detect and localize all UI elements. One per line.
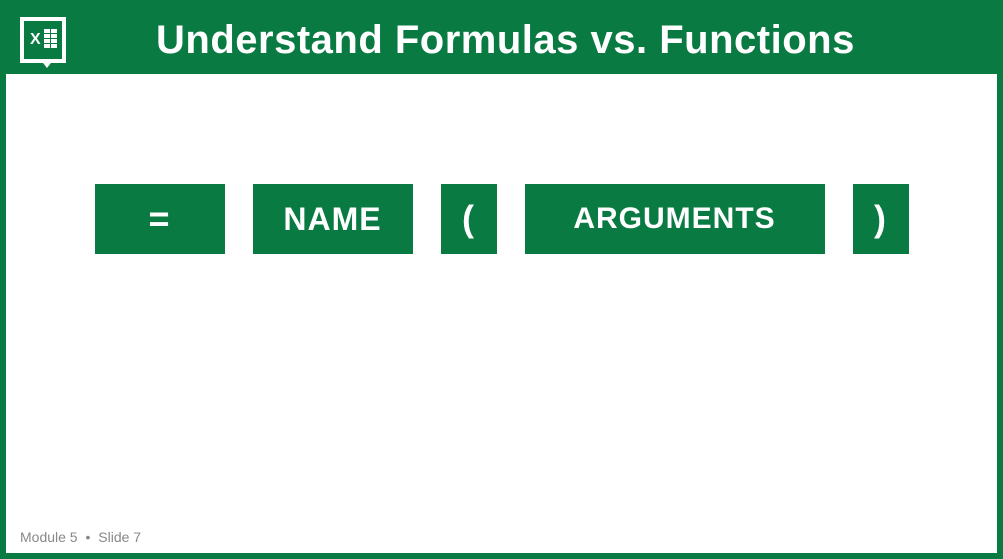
slide-title: Understand Formulas vs. Functions [156,18,855,63]
excel-icon: X [20,17,66,63]
token-arguments: ARGUMENTS [525,184,825,254]
slide-content: = NAME ( ARGUMENTS ) [6,74,997,254]
token-open-paren: ( [441,184,497,254]
slide-footer: Module 5 • Slide 7 [20,529,141,545]
slide-container: X [0,0,1003,559]
token-close-paren: ) [853,184,909,254]
slide-header: X [6,6,997,74]
footer-module: Module 5 [20,529,78,545]
footer-slide: Slide 7 [98,529,141,545]
footer-bullet: • [85,529,90,545]
token-equals: = [95,184,225,254]
token-name: NAME [253,184,413,254]
